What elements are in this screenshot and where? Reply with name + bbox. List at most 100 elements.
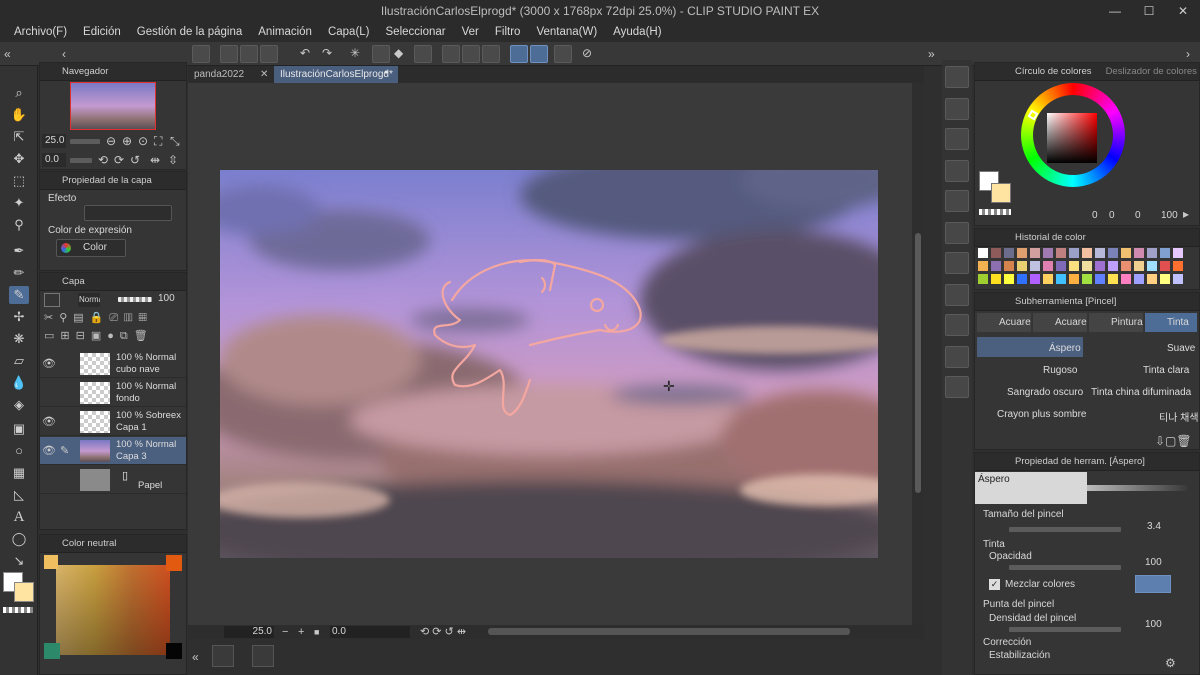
layer-row-capa-1[interactable]: 👁 100 % Sobreex Capa 1	[40, 408, 186, 436]
color-set-chip-yellow[interactable]	[44, 555, 58, 569]
color-history-swatch[interactable]	[1121, 248, 1131, 258]
layer-color-icon[interactable]	[44, 293, 60, 307]
brush-size-value[interactable]: 3.4	[1147, 521, 1161, 532]
vertical-scrollbar[interactable]	[912, 83, 924, 625]
flip-horizontal-icon[interactable]: ⇹	[150, 154, 160, 166]
color-history-swatch[interactable]	[1043, 261, 1053, 271]
rotate-left-icon[interactable]: ⟲	[98, 154, 108, 166]
hue-ring[interactable]	[1021, 83, 1125, 187]
transparent-color-swatch[interactable]	[3, 607, 33, 613]
menu-ver[interactable]: Ver	[454, 26, 487, 38]
brush-aspero[interactable]: Áspero	[977, 337, 1083, 357]
layer-row-cubo-nave[interactable]: 👁 100 % Normal cubo nave	[40, 350, 186, 378]
rotate-ccw-icon[interactable]: ⟲ ⟳ ↺ ⇹	[420, 626, 466, 638]
canvas-artwork[interactable]	[220, 170, 878, 558]
eyedropper-tool-icon[interactable]: ⚲	[9, 216, 29, 234]
zoom-out-minus-icon[interactable]: −	[282, 626, 288, 638]
layer-row-papel[interactable]: ▯ Papel	[40, 466, 186, 494]
decoration-tool-icon[interactable]: ❋	[9, 330, 29, 348]
move-layer-tool-icon[interactable]: ✥	[9, 150, 29, 168]
layer-row-capa-3[interactable]: 👁 ✎ 100 % Normal Capa 3	[40, 437, 186, 465]
color-history-swatch[interactable]	[1082, 261, 1092, 271]
color-history-swatch[interactable]	[1017, 274, 1027, 284]
navigator-zoom-slider[interactable]	[70, 139, 100, 144]
layer-tool-icons[interactable]: ✂⚲▤🔒⎚▥▦	[44, 311, 184, 325]
quick-access-icon[interactable]	[945, 346, 969, 368]
airbrush-tool-icon[interactable]: ✢	[9, 308, 29, 326]
color-set-grid[interactable]	[56, 565, 170, 655]
actual-size-icon[interactable]: ⊙	[138, 135, 148, 147]
color-history-swatch[interactable]	[1173, 248, 1183, 258]
expand-up-icon[interactable]: «	[192, 651, 199, 663]
color-history-swatch[interactable]	[1095, 248, 1105, 258]
clear-icon[interactable]	[372, 45, 390, 63]
close-button[interactable]: ✕	[1166, 0, 1200, 22]
open-file-icon[interactable]	[240, 45, 258, 63]
close-material-icon[interactable]	[945, 160, 969, 182]
color-history-swatch[interactable]	[1160, 261, 1170, 271]
brush-density-value[interactable]: 100	[1145, 619, 1162, 630]
layer-action-icons[interactable]: ▭⊞⊟▣●⧉🗑	[44, 329, 184, 343]
layer-opacity-value[interactable]: 100	[158, 293, 175, 304]
subtool-tab-acuarela-1[interactable]: Acuare	[977, 313, 1031, 332]
brush-crayon-plus[interactable]: Crayon plus sombre	[977, 403, 1086, 423]
layer-row-fondo[interactable]: 100 % Normal fondo	[40, 379, 186, 407]
color-history-swatch[interactable]	[1134, 274, 1144, 284]
color-history-swatch[interactable]	[1147, 274, 1157, 284]
selection-tool-icon[interactable]: ⬚	[9, 172, 29, 190]
navigator-preview[interactable]	[70, 82, 156, 130]
balloon-tool-icon[interactable]: ◯	[9, 530, 29, 548]
fill-tool-icon[interactable]: ◈	[9, 396, 29, 414]
color-history-swatch[interactable]	[1069, 248, 1079, 258]
tool-settings-icon[interactable]: ⚙	[1165, 657, 1176, 669]
color-history-swatch[interactable]	[1056, 248, 1066, 258]
invert-selection-icon[interactable]	[462, 45, 480, 63]
color-history-swatch[interactable]	[1147, 261, 1157, 271]
effect-buttons[interactable]	[84, 205, 172, 221]
menu-animacion[interactable]: Animación	[250, 26, 320, 38]
blend-mode-select[interactable]: Normal	[78, 293, 100, 307]
fit-navigator-icon[interactable]: ⤡	[170, 135, 180, 147]
subtool-tab-acuarela-2[interactable]: Acuare	[1033, 313, 1087, 332]
correct-line-tool-icon[interactable]: ↘	[9, 552, 29, 570]
info-icon[interactable]	[945, 314, 969, 336]
brush-density-slider[interactable]	[1009, 627, 1121, 632]
image-material-icon[interactable]	[945, 252, 969, 274]
horizontal-scroll-thumb[interactable]	[488, 628, 850, 635]
canvas-angle-field[interactable]: 0.0	[330, 626, 410, 638]
operation-tool-icon[interactable]: ⇱	[9, 128, 29, 146]
color-history-swatch[interactable]	[1160, 248, 1170, 258]
color-history-swatch[interactable]	[1043, 274, 1053, 284]
snap-special-ruler-icon[interactable]	[530, 45, 548, 63]
stop-icon[interactable]: ■	[314, 626, 319, 638]
brush-tina-coloring[interactable]: 티나 채색	[1087, 403, 1199, 424]
color-history-swatch[interactable]	[1004, 261, 1014, 271]
color-set-chip-teal[interactable]	[44, 643, 60, 659]
color-history-swatch[interactable]	[1160, 274, 1170, 284]
color-history-swatch[interactable]	[1056, 274, 1066, 284]
color-history-swatch[interactable]	[991, 248, 1001, 258]
figure-tool-icon[interactable]: ○	[9, 442, 29, 460]
snap-ruler-icon[interactable]	[510, 45, 528, 63]
color-history-swatch[interactable]	[1043, 248, 1053, 258]
menu-gestion-pagina[interactable]: Gestión de la página	[129, 26, 251, 38]
chevron-right-icon[interactable]: ›	[1186, 48, 1190, 60]
snap-grid-icon[interactable]	[554, 45, 572, 63]
maximize-button[interactable]: ☐	[1132, 0, 1166, 22]
tab-ilustracion[interactable]: IlustraciónCarlosElprogd* ●	[274, 66, 398, 83]
color-history-swatch[interactable]	[1004, 248, 1014, 258]
menu-ventana[interactable]: Ventana(W)	[528, 26, 605, 38]
help-icon[interactable]: ⊘	[582, 47, 592, 59]
fill-icon[interactable]: ◆	[394, 47, 403, 59]
page-manager-icon[interactable]	[212, 645, 234, 667]
undo-icon[interactable]: ↶	[300, 47, 310, 59]
zoom-out-icon[interactable]: ⊖	[106, 135, 116, 147]
brush-size-slider[interactable]	[1009, 527, 1121, 532]
menu-ayuda[interactable]: Ayuda(H)	[605, 26, 669, 38]
saturation-value-square[interactable]	[1047, 113, 1097, 163]
tab-color-wheel[interactable]: Círculo de colores	[1015, 66, 1092, 77]
eye-icon[interactable]: 👁	[42, 444, 56, 457]
menu-filtro[interactable]: Filtro	[487, 26, 529, 38]
frame-tool-icon[interactable]: ▦	[9, 464, 29, 482]
transform-icon[interactable]	[414, 45, 432, 63]
